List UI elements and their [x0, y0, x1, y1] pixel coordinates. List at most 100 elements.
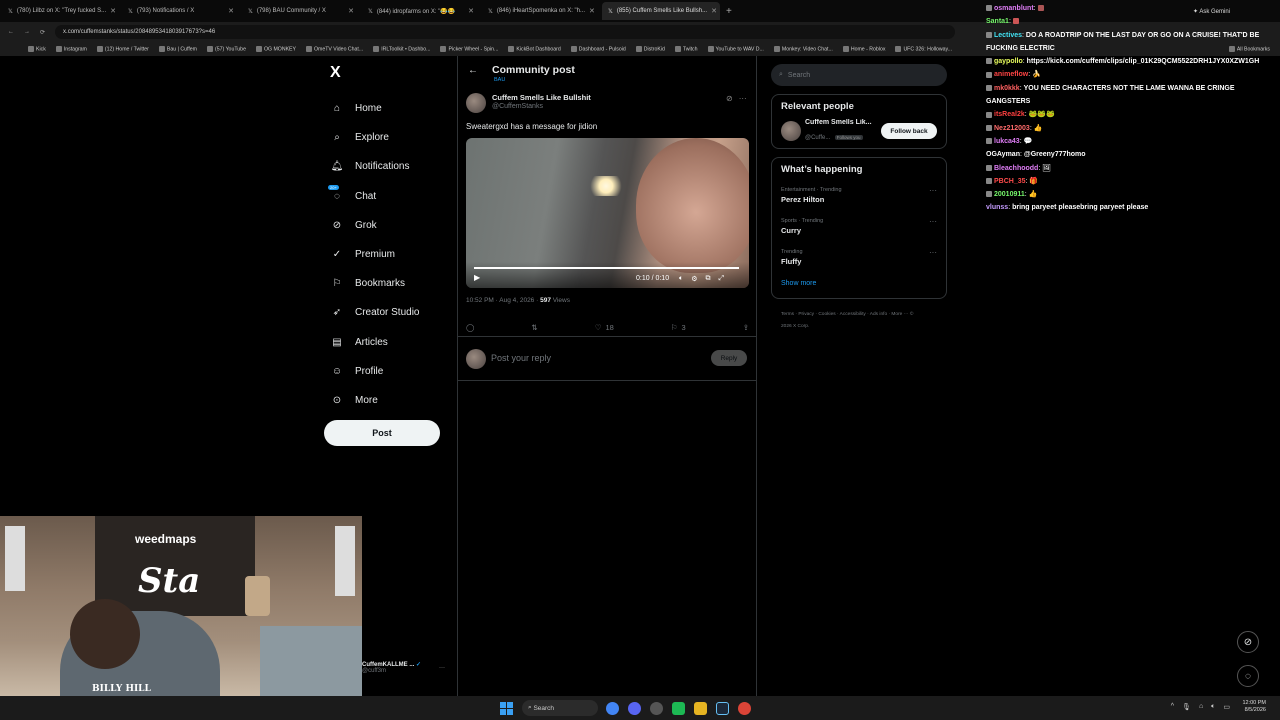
bookmark-item[interactable]: IRLToolkit • Dashbo...	[373, 45, 430, 52]
avatar[interactable]	[781, 121, 801, 141]
nav-home[interactable]: ⌂ Home	[324, 94, 459, 123]
browser-tab[interactable]: 𝕏 (780) Lilbz on X: "Trey fucked S... ✕	[2, 2, 120, 20]
footer-link[interactable]: Ads info	[870, 312, 887, 317]
back-arrow-icon[interactable]: ←	[468, 65, 478, 76]
share-action[interactable]: ⇪	[743, 320, 749, 334]
search-input[interactable]: ⌕ Search	[771, 64, 947, 86]
nav-articles[interactable]: ▤ Articles	[324, 328, 459, 357]
video-progress-bar[interactable]	[474, 267, 739, 269]
folder-icon[interactable]	[694, 701, 707, 715]
nav-premium[interactable]: ✓ Premium	[324, 240, 459, 269]
play-icon[interactable]: ▶	[474, 273, 480, 282]
more-dots-icon[interactable]: ···	[929, 248, 937, 257]
bookmark-item[interactable]: OmeTV Video Chat...	[305, 45, 363, 52]
battery-icon[interactable]: ▭	[1223, 703, 1230, 711]
follow-back-button[interactable]: Follow back	[881, 123, 937, 139]
volume-icon[interactable]: 🔈︎	[679, 275, 683, 283]
relevant-person[interactable]: Cuffem Smells Lik... @Cuffe... Follows y…	[781, 119, 937, 142]
bookmark-item[interactable]: (57) YouTube	[207, 45, 246, 52]
new-tab-icon[interactable]: +	[726, 6, 732, 17]
bookmark-item[interactable]: Twitch	[674, 45, 698, 52]
bookmark-item[interactable]: Home - Roblox	[842, 45, 885, 52]
person-name[interactable]: Cuffem Smells Lik...	[805, 119, 877, 126]
browser-tab[interactable]: 𝕏 (798) BAU Community / X ✕	[242, 2, 360, 20]
pip-icon[interactable]: ⧉	[705, 275, 710, 283]
more-dots-icon[interactable]: ···	[739, 94, 747, 103]
footer-link[interactable]: Privacy	[798, 312, 814, 317]
nav-bookmarks[interactable]: ⚐ Bookmarks	[324, 269, 459, 298]
forward-icon[interactable]: →	[24, 29, 30, 35]
repost-action[interactable]: ⇅	[531, 320, 537, 334]
grok-float-icon[interactable]: ⊘	[1237, 631, 1259, 653]
close-tab-icon[interactable]: ✕	[110, 7, 116, 15]
back-icon[interactable]: ←	[8, 29, 14, 35]
trend-item[interactable]: Trending Fluffy ···	[781, 245, 937, 276]
more-dots-icon[interactable]: ···	[439, 665, 445, 671]
chrome-icon[interactable]	[606, 701, 619, 715]
bookmark-item[interactable]: UFC 326: Holloway...	[895, 45, 952, 52]
steam-icon[interactable]	[716, 701, 729, 715]
browser-tab[interactable]: 𝕏 (844) idropfarms on X: "😂😂 ✕	[362, 2, 480, 20]
close-tab-icon[interactable]: ✕	[468, 7, 474, 15]
nav-profile[interactable]: ☺ Profile	[324, 357, 459, 386]
avatar[interactable]	[466, 93, 486, 113]
footer-link[interactable]: Terms	[781, 312, 794, 317]
reply-action[interactable]: ◯	[466, 320, 474, 334]
mic-icon[interactable]: 🎙︎	[1182, 703, 1191, 711]
trend-item[interactable]: Sports · Trending Curry ···	[781, 214, 937, 245]
footer-link[interactable]: More ···	[891, 312, 908, 317]
bookmark-item[interactable]: Dashboard - Pulsoid	[570, 45, 626, 52]
nav-chat[interactable]: ◌ 20+ Chat	[324, 182, 459, 211]
author-handle[interactable]: @CuffemStanks	[492, 103, 591, 110]
x-logo-icon[interactable]: X	[330, 64, 459, 82]
footer-link[interactable]: Cookies	[818, 312, 835, 317]
trend-item[interactable]: Entertainment · Trending Perez Hilton ···	[781, 183, 937, 214]
footer-link[interactable]: Accessibility	[840, 312, 866, 317]
reload-icon[interactable]: ⟳	[40, 29, 45, 36]
post-author[interactable]: Cuffem Smells Like Bullshit @CuffemStank…	[466, 93, 591, 113]
nav-creator-studio[interactable]: ➶ Creator Studio	[324, 298, 459, 327]
bookmark-item[interactable]: Bau | Cuffem	[158, 45, 197, 52]
chrome-alt-icon[interactable]	[738, 701, 751, 715]
close-tab-icon[interactable]: ✕	[711, 7, 717, 15]
close-tab-icon[interactable]: ✕	[348, 7, 354, 15]
settings-icon[interactable]: ⚙	[691, 275, 697, 283]
windows-start-icon[interactable]	[500, 701, 513, 715]
bookmark-item[interactable]: Kick	[28, 45, 46, 52]
author-name[interactable]: Cuffem Smells Like Bullshit	[492, 93, 591, 102]
volume-icon[interactable]: 🔈︎	[1211, 703, 1215, 711]
video-player[interactable]: ▶ 0:10 / 0:10 🔈︎ ⚙ ⧉ ⤢	[466, 138, 749, 288]
bookmark-item[interactable]: Picker Wheel - Spin...	[440, 45, 498, 52]
network-icon[interactable]: ⌂	[1199, 703, 1203, 711]
nav-grok[interactable]: ⊘ Grok	[324, 211, 459, 240]
chat-float-icon[interactable]: ◌	[1237, 665, 1259, 687]
post-button[interactable]: Post	[324, 420, 440, 446]
taskbar-search[interactable]: ⌕ Search	[522, 700, 598, 716]
close-tab-icon[interactable]: ✕	[589, 7, 595, 15]
like-action[interactable]: ♡ 18	[595, 320, 614, 334]
browser-tab[interactable]: 𝕏 (846) iHeartSpomenka on X: "h... ✕	[482, 2, 600, 20]
nav-more[interactable]: ⊙ More	[324, 386, 459, 415]
post-timestamp[interactable]: 10:52 PM · Aug 4, 2026 ·	[466, 297, 538, 304]
bookmark-item[interactable]: DistroKid	[635, 45, 665, 52]
fullscreen-icon[interactable]: ⤢	[718, 275, 724, 283]
chevron-up-icon[interactable]: ^	[1171, 703, 1174, 711]
bookmark-item[interactable]: KickBot Dashboard	[508, 45, 561, 52]
bookmark-item[interactable]: YouTube to WAV D...	[707, 45, 764, 52]
browser-tab-active[interactable]: 𝕏 (855) Cuffem Smells Like Bullsh... ✕	[602, 2, 720, 20]
reply-button[interactable]: Reply	[711, 350, 747, 366]
bookmark-item[interactable]: Monkey: Video Chat...	[773, 45, 833, 52]
url-field[interactable]: x.com/cuffemstanks/status/20848953418039…	[55, 25, 956, 39]
clock[interactable]: 12:00 PM 8/5/2026	[1242, 700, 1266, 714]
more-dots-icon[interactable]: ···	[929, 186, 937, 195]
browser-tab[interactable]: 𝕏 (793) Notifications / X ✕	[122, 2, 240, 20]
grok-icon[interactable]: ⊘	[726, 94, 733, 103]
show-more-link[interactable]: Show more	[781, 276, 937, 292]
bookmark-item[interactable]: Instagram	[55, 45, 87, 52]
nav-notifications[interactable]: 🔔︎ Notifications	[324, 152, 459, 181]
bookmark-item[interactable]: OG MONKEY	[255, 45, 296, 52]
app-icon[interactable]	[650, 701, 663, 715]
kick-icon[interactable]	[672, 701, 685, 715]
bookmark-item[interactable]: (12) Home / Twitter	[96, 45, 149, 52]
close-tab-icon[interactable]: ✕	[228, 7, 234, 15]
